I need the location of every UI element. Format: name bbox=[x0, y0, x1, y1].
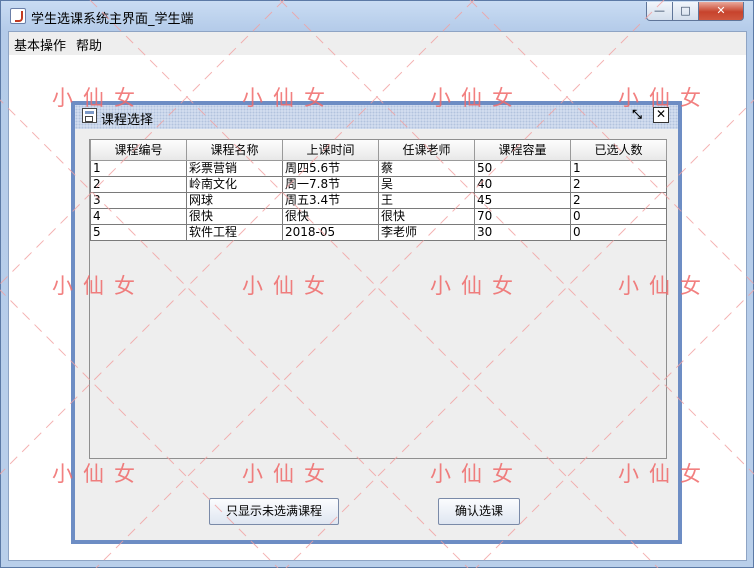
cell[interactable]: 0 bbox=[570, 207, 667, 225]
table-row[interactable]: 4 很快 很快 很快 70 0 bbox=[90, 207, 667, 225]
frame-titlebar[interactable]: 课程选择 ⤡ ✕ bbox=[75, 105, 678, 129]
cell[interactable]: 周五3.4节 bbox=[282, 191, 379, 209]
cell[interactable]: 70 bbox=[474, 207, 571, 225]
cell[interactable]: 周四5.6节 bbox=[282, 159, 379, 177]
watermark-text: 小仙女 bbox=[242, 86, 335, 110]
cell[interactable]: 50 bbox=[474, 159, 571, 177]
watermark-text: 小仙女 bbox=[430, 274, 523, 298]
header-course-id[interactable]: 课程编号 bbox=[90, 140, 187, 161]
cell[interactable]: 李老师 bbox=[378, 223, 475, 241]
close-button[interactable]: ✕ bbox=[698, 2, 744, 21]
cell[interactable]: 软件工程 bbox=[186, 223, 283, 241]
header-class-time[interactable]: 上课时间 bbox=[282, 140, 379, 161]
watermark-text: 小仙女 bbox=[430, 86, 523, 110]
cell[interactable]: 岭南文化 bbox=[186, 175, 283, 193]
menu-bar: 基本操作 帮助 bbox=[9, 32, 746, 54]
cell[interactable]: 40 bbox=[474, 175, 571, 193]
show-unfilled-courses-button[interactable]: 只显示未选满课程 bbox=[209, 498, 339, 525]
cell[interactable]: 网球 bbox=[186, 191, 283, 209]
cell[interactable]: 吴 bbox=[378, 175, 475, 193]
cell[interactable]: 王 bbox=[378, 191, 475, 209]
course-table: 课程编号 课程名称 上课时间 任课老师 课程容量 已选人数 1 彩票营销 周四5… bbox=[90, 140, 667, 241]
confirm-selection-button[interactable]: 确认选课 bbox=[438, 498, 520, 525]
header-enrolled[interactable]: 已选人数 bbox=[570, 140, 667, 161]
watermark-text: 小仙女 bbox=[52, 274, 145, 298]
table-row[interactable]: 3 网球 周五3.4节 王 45 2 bbox=[90, 191, 667, 209]
cell[interactable]: 周一7.8节 bbox=[282, 175, 379, 193]
watermark-text: 小仙女 bbox=[52, 86, 145, 110]
course-selection-frame: 课程选择 ⤡ ✕ 课程编号 课程名称 上课时间 任课老师 课程容量 已选人数 1… bbox=[71, 101, 682, 544]
header-teacher[interactable]: 任课老师 bbox=[378, 140, 475, 161]
menu-help[interactable]: 帮助 bbox=[76, 35, 102, 54]
watermark-text: 小仙女 bbox=[242, 462, 335, 486]
cell[interactable]: 2 bbox=[570, 175, 667, 193]
cell[interactable]: 3 bbox=[90, 191, 187, 209]
watermark-text: 小仙女 bbox=[618, 462, 711, 486]
table-header-row: 课程编号 课程名称 上课时间 任课老师 课程容量 已选人数 bbox=[90, 140, 667, 161]
minimize-button[interactable]: — bbox=[646, 2, 673, 21]
cell[interactable]: 0 bbox=[570, 223, 667, 241]
table-row[interactable]: 2 岭南文化 周一7.8节 吴 40 2 bbox=[90, 175, 667, 193]
window-title: 学生选课系统主界面_学生端 bbox=[31, 12, 194, 27]
watermark-text: 小仙女 bbox=[430, 462, 523, 486]
cell[interactable]: 很快 bbox=[282, 207, 379, 225]
cell[interactable]: 很快 bbox=[186, 207, 283, 225]
cell[interactable]: 5 bbox=[90, 223, 187, 241]
cell[interactable]: 1 bbox=[570, 159, 667, 177]
course-table-scrollpane: 课程编号 课程名称 上课时间 任课老师 课程容量 已选人数 1 彩票营销 周四5… bbox=[89, 139, 667, 459]
cell[interactable]: 2 bbox=[570, 191, 667, 209]
cell[interactable]: 4 bbox=[90, 207, 187, 225]
cell[interactable]: 1 bbox=[90, 159, 187, 177]
cell[interactable]: 彩票营销 bbox=[186, 159, 283, 177]
table-row[interactable]: 1 彩票营销 周四5.6节 蔡 50 1 bbox=[90, 159, 667, 177]
header-course-name[interactable]: 课程名称 bbox=[186, 140, 283, 161]
cell[interactable]: 30 bbox=[474, 223, 571, 241]
cell[interactable]: 45 bbox=[474, 191, 571, 209]
header-capacity[interactable]: 课程容量 bbox=[474, 140, 571, 161]
java-app-icon bbox=[10, 8, 26, 24]
watermark-text: 小仙女 bbox=[242, 274, 335, 298]
watermark-text: 小仙女 bbox=[52, 462, 145, 486]
table-row[interactable]: 5 软件工程 2018-05 李老师 30 0 bbox=[90, 223, 667, 241]
cell[interactable]: 很快 bbox=[378, 207, 475, 225]
watermark-text: 小仙女 bbox=[618, 274, 711, 298]
menu-basic-operations[interactable]: 基本操作 bbox=[14, 35, 66, 54]
watermark-text: 小仙女 bbox=[618, 86, 711, 110]
maximize-button[interactable]: □ bbox=[672, 2, 699, 21]
window-titlebar[interactable]: 学生选课系统主界面_学生端 — □ ✕ bbox=[1, 1, 753, 31]
cell[interactable]: 2018-05 bbox=[282, 223, 379, 241]
cell[interactable]: 蔡 bbox=[378, 159, 475, 177]
cell[interactable]: 2 bbox=[90, 175, 187, 193]
